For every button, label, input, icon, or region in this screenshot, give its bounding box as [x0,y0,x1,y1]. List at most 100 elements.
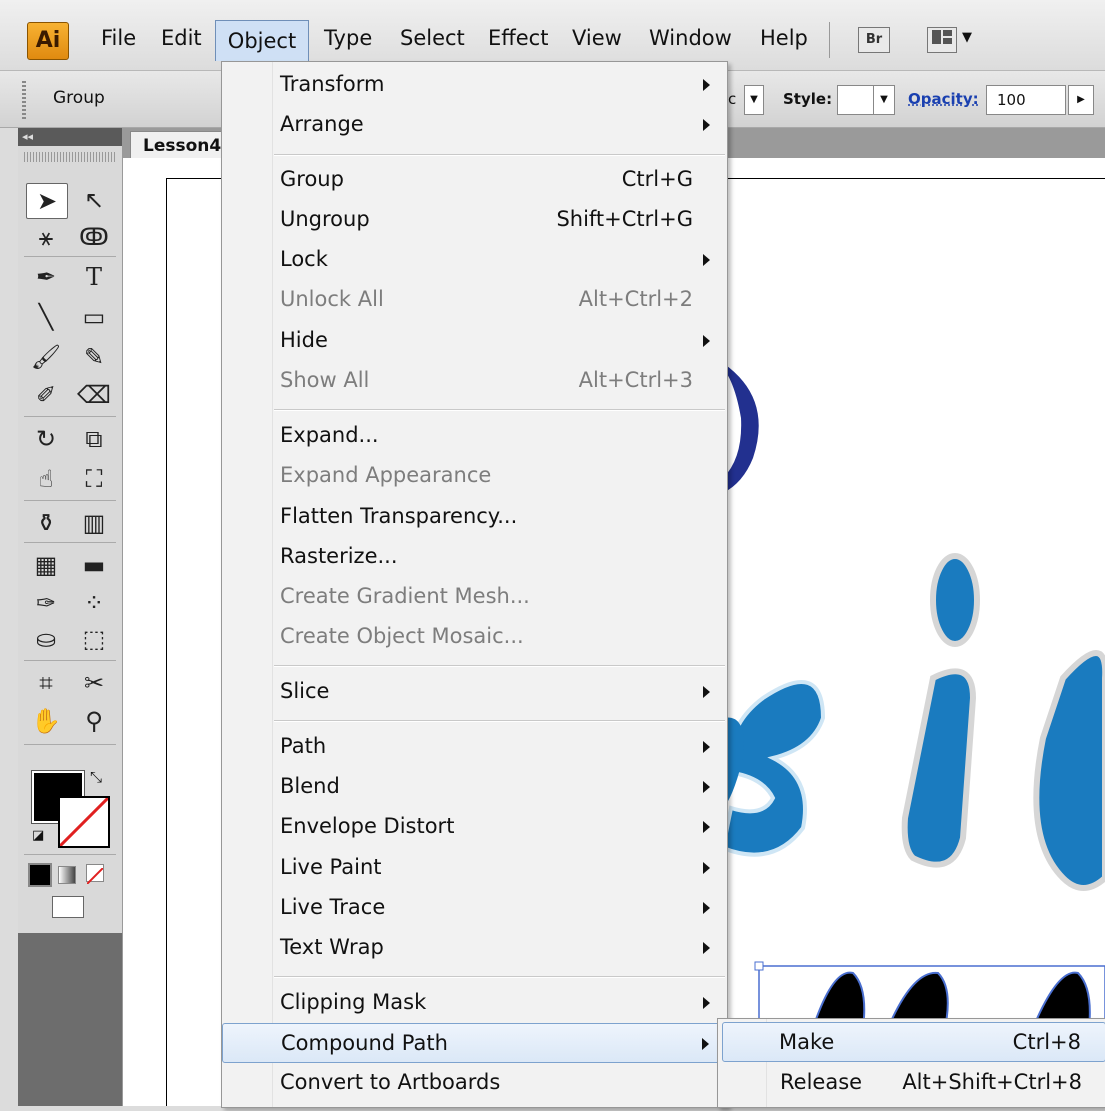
menu-item-label: Compound Path [281,1031,448,1055]
menu-object[interactable]: Object [215,20,309,61]
menu-item-clipping-mask[interactable]: Clipping Mask [222,983,727,1023]
direct-selection-tool-icon[interactable]: ↖ [74,183,114,217]
menu-file[interactable]: File [101,26,136,50]
menu-view[interactable]: View [572,26,622,50]
menu-item-label: Expand Appearance [280,463,492,487]
menu-item-path[interactable]: Path [222,727,727,767]
menu-item-blend[interactable]: Blend [222,767,727,807]
menu-item-envelope-distort[interactable]: Envelope Distort [222,807,727,847]
zoom-tool-icon[interactable]: ⚲ [74,704,114,738]
style-swatch[interactable] [837,85,875,115]
arrange-documents-icon[interactable] [927,27,957,53]
lasso-tool-icon[interactable]: ↂ [74,220,114,254]
slice-tool-icon[interactable]: ✂ [74,666,114,700]
submenu-arrow-icon [703,942,710,954]
type-tool-icon[interactable]: T [74,260,114,294]
stroke-swatch[interactable] [58,796,110,848]
menu-item-label: Arrange [280,112,364,136]
menu-effect[interactable]: Effect [488,26,548,50]
menu-item-arrange[interactable]: Arrange [222,105,727,145]
menu-item-flatten-transparency[interactable]: Flatten Transparency... [222,497,727,537]
menu-item-label: Lock [280,247,328,271]
blob-brush-tool-icon[interactable]: ✐ [26,378,66,412]
menu-item-ungroup[interactable]: Ungroup Shift+Ctrl+G [222,200,727,240]
menu-edit[interactable]: Edit [161,26,202,50]
selection-tool-icon[interactable]: ➤ [26,183,68,219]
chevron-down-icon[interactable]: ▼ [962,30,972,45]
pencil-tool-icon[interactable]: ✎ [74,340,114,374]
illustrator-logo: Ai [27,22,69,60]
opacity-link[interactable]: Opacity: [908,90,979,108]
rotate-tool-icon[interactable]: ↻ [26,422,66,456]
menu-item-live-paint[interactable]: Live Paint [222,848,727,888]
gradient-mode-icon[interactable] [58,866,76,884]
magic-wand-tool-icon[interactable]: ⚹ [26,220,66,254]
pen-tool-icon[interactable]: ✒ [26,260,66,294]
chevron-right-icon[interactable]: ▶ [1068,85,1094,115]
live-paint-bucket-tool-icon[interactable]: ⛀ [26,622,66,656]
menu-item-slice[interactable]: Slice [222,672,727,712]
artwork-letter-g [1033,650,1105,891]
swap-fill-stroke-icon[interactable]: ⤡ [90,768,102,786]
menu-item-compound-path[interactable]: Compound Path [222,1023,727,1063]
blend-tool-icon[interactable]: ⁘ [74,586,114,620]
line-tool-icon[interactable]: ╲ [26,300,66,334]
color-mode-icon[interactable] [28,863,52,887]
menu-item-group[interactable]: Group Ctrl+G [222,160,727,200]
menu-item-create-gradient-mesh: Create Gradient Mesh... [222,577,727,617]
column-graph-tool-icon[interactable]: ▥ [74,506,114,540]
free-transform-tool-icon[interactable]: ⛶ [74,462,114,496]
artwork-letter-i-dot [930,553,980,647]
selection-handle[interactable] [754,961,764,971]
rectangle-tool-icon[interactable]: ▭ [74,300,114,334]
menu-select[interactable]: Select [400,26,465,50]
opacity-input[interactable]: 100 [986,85,1066,115]
menu-item-text-wrap[interactable]: Text Wrap [222,928,727,968]
menu-separator [274,665,725,667]
menu-item-shortcut: Ctrl+8 [1012,1030,1081,1054]
none-mode-icon[interactable] [86,864,104,885]
default-fill-stroke-icon[interactable]: ◪ [32,828,44,843]
menu-item-expand[interactable]: Expand... [222,416,727,456]
menu-window[interactable]: Window [649,26,732,50]
menu-item-hide[interactable]: Hide [222,321,727,361]
collapse-panel-icon[interactable]: ◂◂ [18,128,122,146]
menu-item-label: Release [780,1070,863,1094]
screen-mode-icon[interactable] [52,896,84,918]
hand-tool-icon[interactable]: ✋ [26,704,66,738]
partial-field-text: c [728,90,737,108]
compound-path-submenu: Make Ctrl+8 Release Alt+Shift+Ctrl+8 [717,1018,1105,1108]
menu-item-label: Blend [280,774,340,798]
menu-item-live-trace[interactable]: Live Trace [222,888,727,928]
menu-help[interactable]: Help [760,26,808,50]
scale-tool-icon[interactable]: ⧉ [74,422,114,456]
menu-item-shortcut: Ctrl+G [621,167,693,191]
chevron-down-icon[interactable]: ▼ [873,85,895,115]
mesh-tool-icon[interactable]: ▦ [26,548,66,582]
panel-grip[interactable] [24,152,116,162]
live-paint-selection-tool-icon[interactable]: ⬚ [74,622,114,656]
symbol-sprayer-tool-icon[interactable]: ⚱ [26,506,66,540]
menu-item-rasterize[interactable]: Rasterize... [222,537,727,577]
bridge-icon[interactable]: Br [858,27,890,53]
paintbrush-tool-icon[interactable]: 🖌 [26,340,66,374]
menu-type[interactable]: Type [324,26,372,50]
menu-item-transform[interactable]: Transform [222,65,727,105]
eyedropper-tool-icon[interactable]: ✑ [26,586,66,620]
menu-item-make[interactable]: Make Ctrl+8 [722,1022,1105,1062]
menu-item-label: Flatten Transparency... [280,504,518,528]
menu-item-convert-to-artboards[interactable]: Convert to Artboards [222,1063,727,1103]
submenu-arrow-icon [703,821,710,833]
artboard-tool-icon[interactable]: ⌗ [26,666,66,700]
menu-item-label: Path [280,734,327,758]
panel-grip[interactable] [22,81,26,119]
chevron-down-icon[interactable]: ▼ [744,85,764,115]
warp-tool-icon[interactable]: ☝ [26,462,66,496]
gradient-tool-icon[interactable]: ▬ [74,548,114,582]
panel-empty-area [18,933,122,1106]
eraser-tool-icon[interactable]: ⌫ [74,378,114,412]
submenu-arrow-icon [703,79,710,91]
menu-item-label: Rasterize... [280,544,398,568]
menu-item-lock[interactable]: Lock [222,240,727,280]
menu-item-release[interactable]: Release Alt+Shift+Ctrl+8 [718,1063,1105,1103]
